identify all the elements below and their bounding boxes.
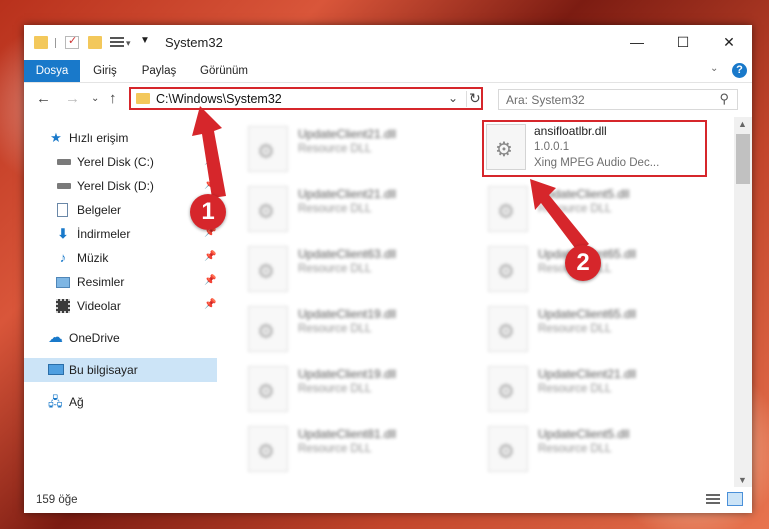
annotation-badge-2: 2 — [565, 245, 601, 281]
annotation-arrows — [192, 106, 589, 252]
arrow-2 — [530, 179, 589, 252]
arrow-1 — [192, 106, 226, 198]
annotation-badge-1: 1 — [190, 194, 226, 230]
